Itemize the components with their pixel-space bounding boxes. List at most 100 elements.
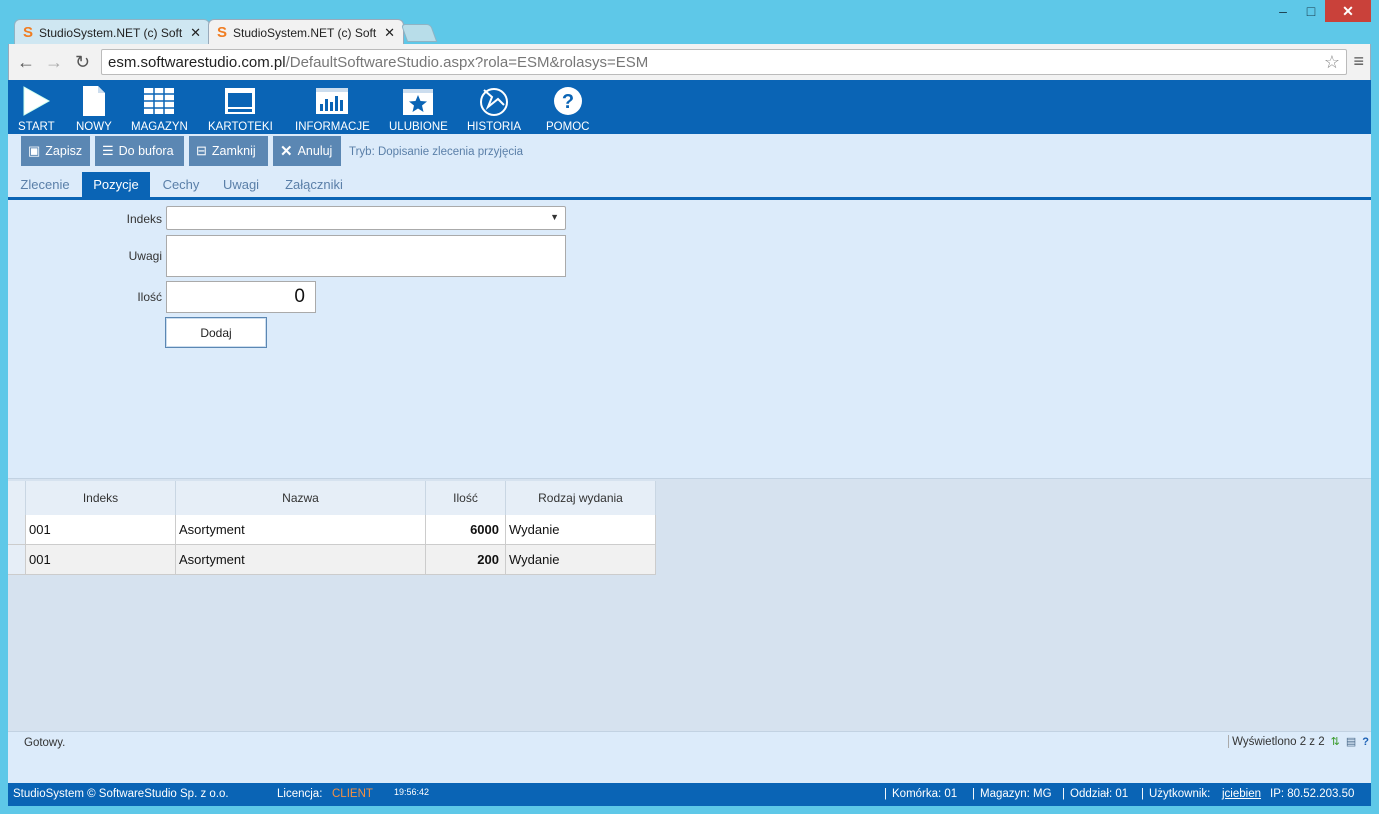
col-nazwa[interactable]: Nazwa: [176, 481, 426, 515]
nav-nowy[interactable]: NOWY: [76, 84, 112, 133]
dropdown-arrow-icon: ▼: [550, 212, 559, 222]
add-button[interactable]: Dodaj: [165, 317, 267, 348]
nav-ulubione[interactable]: ULUBIONE: [389, 84, 448, 133]
ilosc-input[interactable]: 0: [166, 281, 316, 313]
table-row[interactable]: 001 Asortyment 6000 Wydanie: [8, 515, 656, 545]
browser-menu-icon[interactable]: ≡: [1353, 51, 1364, 72]
help-small-icon[interactable]: ?: [1362, 736, 1369, 748]
row-selector[interactable]: [8, 515, 26, 545]
new-tab-button[interactable]: [400, 24, 438, 42]
footer-sep: |: [884, 788, 887, 800]
ilosc-label: Ilość: [137, 290, 162, 304]
shown-count: Wyświetlono 2 z 2: [1232, 735, 1325, 748]
save-icon: ▣: [28, 143, 41, 158]
nav-label: POMOC: [546, 121, 590, 133]
window-controls: – □ ✕: [1269, 0, 1371, 22]
grid-icon: [143, 84, 175, 118]
col-rodzaj[interactable]: Rodzaj wydania: [506, 481, 656, 515]
uwagi-textarea[interactable]: [166, 235, 566, 277]
row-selector[interactable]: [8, 545, 26, 575]
minimize-icon[interactable]: –: [1269, 0, 1297, 22]
nav-label: INFORMACJE: [295, 121, 370, 133]
footer-branch: Oddział: 01: [1070, 788, 1129, 800]
chart-icon: [315, 84, 349, 118]
cell-ilosc: 6000: [426, 515, 506, 545]
tab-uwagi[interactable]: Uwagi: [214, 172, 268, 197]
url-host: esm.softwarestudio.com.pl: [108, 53, 286, 71]
indeks-select[interactable]: ▼: [166, 206, 566, 230]
url-input[interactable]: esm.softwarestudio.com.pl/DefaultSoftwar…: [101, 49, 1347, 75]
footer: StudioSystem © SoftwareStudio Sp. z o.o.…: [8, 783, 1371, 806]
close-label: Zamknij: [211, 144, 256, 158]
col-ilosc[interactable]: Ilość: [426, 481, 506, 515]
buffer-button[interactable]: ☰ Do bufora: [95, 136, 184, 166]
close-tab-icon[interactable]: ✕: [190, 25, 201, 41]
grid-header: Indeks Nazwa Ilość Rodzaj wydania: [8, 481, 656, 515]
nav-magazyn[interactable]: MAGAZYN: [131, 84, 188, 133]
nav-informacje[interactable]: INFORMACJE: [295, 84, 370, 133]
close-button[interactable]: ⊟ Zamknij: [189, 136, 268, 166]
browser-tab-2[interactable]: S StudioSystem.NET (c) Soft ✕: [208, 19, 404, 45]
bookmark-star-icon[interactable]: ☆: [1324, 52, 1340, 73]
nav-label: HISTORIA: [467, 121, 522, 133]
maximize-icon[interactable]: □: [1297, 0, 1325, 22]
back-icon[interactable]: ←: [17, 52, 35, 73]
col-indeks[interactable]: Indeks: [26, 481, 176, 515]
help-icon: ?: [552, 84, 584, 118]
refresh-icon[interactable]: ⇅: [1331, 735, 1340, 748]
footer-ip: IP: 80.52.203.50: [1270, 788, 1355, 800]
history-icon: [478, 84, 510, 118]
footer-sep: |: [1141, 788, 1144, 800]
footer-user-link[interactable]: jciebien: [1222, 788, 1261, 800]
tab-zlecenie[interactable]: Zlecenie: [12, 172, 78, 197]
play-icon: [21, 84, 51, 118]
export-icon[interactable]: ▤: [1346, 735, 1356, 748]
tab-title: StudioSystem.NET (c) Soft: [39, 25, 183, 40]
cell-nazwa: Asortyment: [176, 515, 426, 545]
cell-rodzaj: Wydanie: [506, 515, 656, 545]
nav-label: ULUBIONE: [389, 121, 448, 133]
close-window-icon[interactable]: ✕: [1325, 0, 1371, 22]
tab-zalaczniki[interactable]: Załączniki: [274, 172, 354, 197]
url-path: /DefaultSoftwareStudio.aspx?rola=ESM&rol…: [285, 53, 649, 71]
tab-cechy[interactable]: Cechy: [154, 172, 208, 197]
tab-title: StudioSystem.NET (c) Soft: [233, 25, 377, 40]
nav-kartoteki[interactable]: KARTOTEKI: [208, 84, 273, 133]
document-icon: [82, 84, 106, 118]
star-icon: [402, 84, 434, 118]
table-row[interactable]: 001 Asortyment 200 Wydanie: [8, 545, 656, 575]
action-toolbar: ▣ Zapisz ☰ Do bufora ⊟ Zamknij ✕ Anuluj …: [8, 134, 1371, 172]
save-button[interactable]: ▣ Zapisz: [21, 136, 90, 166]
nav-historia[interactable]: HISTORIA: [467, 84, 521, 133]
cell-nazwa: Asortyment: [176, 545, 426, 575]
nav-label: KARTOTEKI: [208, 121, 273, 133]
footer-company: StudioSystem © SoftwareStudio Sp. z o.o.: [13, 788, 229, 800]
mode-text: Tryb: Dopisanie zlecenia przyjęcia: [349, 146, 524, 158]
status-right: Wyświetlono 2 z 2 ⇅ ▤ ?: [1228, 735, 1369, 748]
footer-time: 19:56:42: [394, 787, 430, 797]
tab-pozycje[interactable]: Pozycje: [82, 172, 150, 197]
footer-cell: Komórka: 01: [892, 788, 958, 800]
main-navigation: START NOWY MAGAZYN KARTOTEKI INFORMACJE: [8, 80, 1371, 134]
cell-indeks: 001: [26, 545, 176, 575]
close-tab-icon[interactable]: ✕: [384, 25, 395, 41]
footer-user-label: Użytkownik:: [1149, 788, 1211, 800]
window-icon: [224, 84, 256, 118]
forward-icon[interactable]: →: [45, 52, 63, 73]
cell-ilosc: 200: [426, 545, 506, 575]
positions-grid: Indeks Nazwa Ilość Rodzaj wydania 001 As…: [8, 478, 1371, 731]
reload-icon[interactable]: ↻: [75, 52, 90, 73]
row-selector-header: [8, 481, 26, 515]
status-bar: Gotowy. Wyświetlono 2 z 2 ⇅ ▤ ?: [8, 731, 1371, 753]
footer-warehouse: Magazyn: MG: [980, 788, 1052, 800]
footer-sep: |: [972, 788, 975, 800]
close-doc-icon: ⊟: [196, 143, 207, 158]
cancel-button[interactable]: ✕ Anuluj: [273, 136, 341, 166]
cell-indeks: 001: [26, 515, 176, 545]
license-label: Licencja:: [277, 788, 323, 800]
browser-titlebar: – □ ✕ S StudioSystem.NET (c) Soft ✕ S St…: [0, 0, 1379, 45]
nav-label: START: [18, 121, 55, 133]
nav-pomoc[interactable]: ? POMOC: [546, 84, 589, 133]
nav-start[interactable]: START: [18, 84, 55, 133]
browser-tab-1[interactable]: S StudioSystem.NET (c) Soft ✕: [14, 19, 210, 45]
